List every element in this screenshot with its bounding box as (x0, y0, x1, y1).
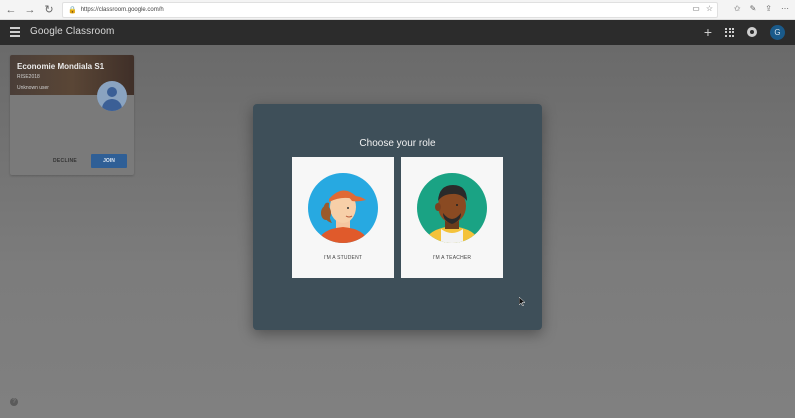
teacher-role-card[interactable]: I'M A TEACHER (401, 157, 503, 278)
notifications-icon[interactable] (747, 27, 757, 37)
dialog-title: Choose your role (359, 138, 436, 149)
brand-title: Google Classroom (30, 26, 115, 37)
student-role-label: I'M A STUDENT (323, 255, 363, 261)
share-icon[interactable]: ⇪ (765, 2, 772, 16)
account-avatar[interactable]: G (770, 24, 785, 40)
class-card[interactable]: Economie Mondiala S1 RISE2018 Unknown us… (10, 55, 134, 175)
forward-arrow-icon[interactable]: → (22, 2, 38, 18)
lock-icon: 🔒 (68, 7, 77, 14)
favorite-star-icon[interactable]: ☆ (706, 4, 713, 13)
choose-role-dialog: Choose your role I'M A STUDENT I'M A TEA… (253, 104, 542, 330)
owner-avatar-icon (97, 81, 127, 111)
class-owner: Unknown user (17, 85, 49, 91)
hamburger-menu-icon[interactable] (10, 27, 20, 37)
join-button[interactable]: JOIN (91, 154, 127, 168)
help-icon[interactable]: ? (10, 398, 18, 406)
teacher-illustration-icon (417, 173, 487, 243)
notes-pen-icon[interactable]: ✎ (750, 2, 757, 16)
reading-view-icon[interactable]: ▭ (692, 4, 700, 13)
more-icon[interactable]: ⋯ (781, 2, 789, 16)
decline-button[interactable]: DECLINE (53, 158, 77, 164)
favorites-icon[interactable]: ✩ (734, 2, 741, 16)
browser-toolbar: ← → ↻ 🔒 https://classroom.google.com/h ▭… (0, 0, 795, 20)
apps-grid-icon[interactable] (725, 27, 734, 37)
class-section: RISE2018 (17, 74, 40, 80)
reload-icon[interactable]: ↻ (41, 2, 57, 18)
app-header: Google Classroom + G (0, 20, 795, 45)
address-bar[interactable]: 🔒 https://classroom.google.com/h ▭ ☆ (62, 2, 718, 18)
student-role-card[interactable]: I'M A STUDENT (292, 157, 394, 278)
teacher-role-label: I'M A TEACHER (432, 255, 472, 261)
url-text: https://classroom.google.com/h (80, 7, 164, 13)
mouse-cursor-icon (519, 297, 525, 306)
back-arrow-icon[interactable]: ← (3, 2, 19, 18)
class-title: Economie Mondiala S1 (17, 62, 105, 71)
student-illustration-icon (308, 173, 378, 243)
plus-icon[interactable]: + (704, 24, 712, 40)
